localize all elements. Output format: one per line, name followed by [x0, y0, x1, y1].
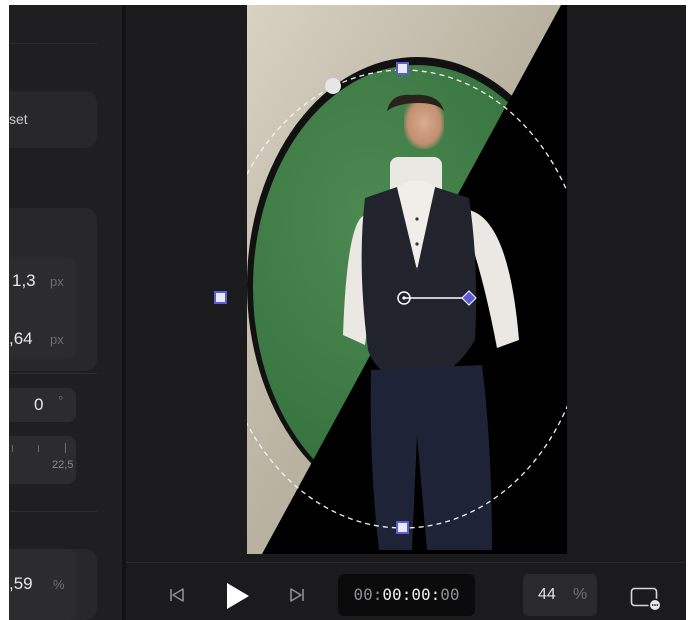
preview-canvas[interactable] [126, 5, 686, 562]
divider [9, 43, 97, 44]
zoom-unit: % [573, 586, 588, 603]
resize-handle-bottom[interactable] [396, 521, 409, 534]
preset-label: set [9, 111, 28, 127]
divider [9, 511, 97, 512]
ruler-tick [65, 443, 66, 453]
resize-handle-left-wrap [214, 291, 227, 304]
timecode-display[interactable]: 00:00:00:00 [338, 574, 475, 616]
position-group: 1,3 px ,64 px [9, 208, 97, 371]
position-x-value[interactable]: 1,3 [12, 271, 36, 291]
ruler-tick [12, 445, 13, 452]
playback-bar: 00:00:00:00 44 % [126, 562, 686, 620]
rotation-value: 0 [34, 395, 44, 414]
position-y-unit: px [50, 332, 64, 347]
timecode-frames: 00 [440, 585, 460, 604]
video-frame [247, 5, 567, 554]
rotation-ruler[interactable]: 22,5 [9, 436, 76, 484]
position-y-value[interactable]: ,64 [9, 329, 33, 349]
resize-handle-top[interactable] [396, 62, 409, 75]
resize-handle-left[interactable] [214, 291, 227, 304]
ruler-label: 22,5 [52, 459, 74, 471]
play-icon[interactable] [225, 582, 251, 610]
zoom-value: 44 [538, 586, 556, 603]
opacity-unit: % [53, 577, 65, 592]
timecode-main: 00:00: [382, 585, 441, 604]
skip-forward-icon[interactable] [289, 587, 305, 603]
skip-back-icon[interactable] [169, 587, 185, 603]
fit-to-screen-icon[interactable] [630, 587, 662, 613]
rotation-handle[interactable] [325, 78, 341, 94]
position-x-unit: px [50, 274, 64, 289]
rotation-unit: ° [58, 393, 64, 408]
ruler-tick [38, 445, 39, 452]
rotation-field[interactable]: 0 ° [9, 388, 76, 422]
opacity-value: ,59 [9, 574, 33, 593]
center-dot [402, 296, 406, 300]
timecode-hours: 00: [353, 585, 383, 604]
video-editor-window: set 1,3 px ,64 px 0 ° 22,5 ,59 % 00:00:0… [9, 5, 686, 620]
zoom-field[interactable]: 44 % [523, 574, 597, 616]
preset-button[interactable]: set [9, 91, 97, 148]
opacity-group: ,59 % [9, 549, 97, 620]
divider [9, 373, 97, 374]
position-fields: 1,3 px ,64 px [9, 258, 76, 358]
opacity-field[interactable]: ,59 % [9, 549, 76, 620]
frame-image [247, 5, 567, 554]
inspector-panel: set 1,3 px ,64 px 0 ° 22,5 ,59 % [9, 5, 122, 620]
